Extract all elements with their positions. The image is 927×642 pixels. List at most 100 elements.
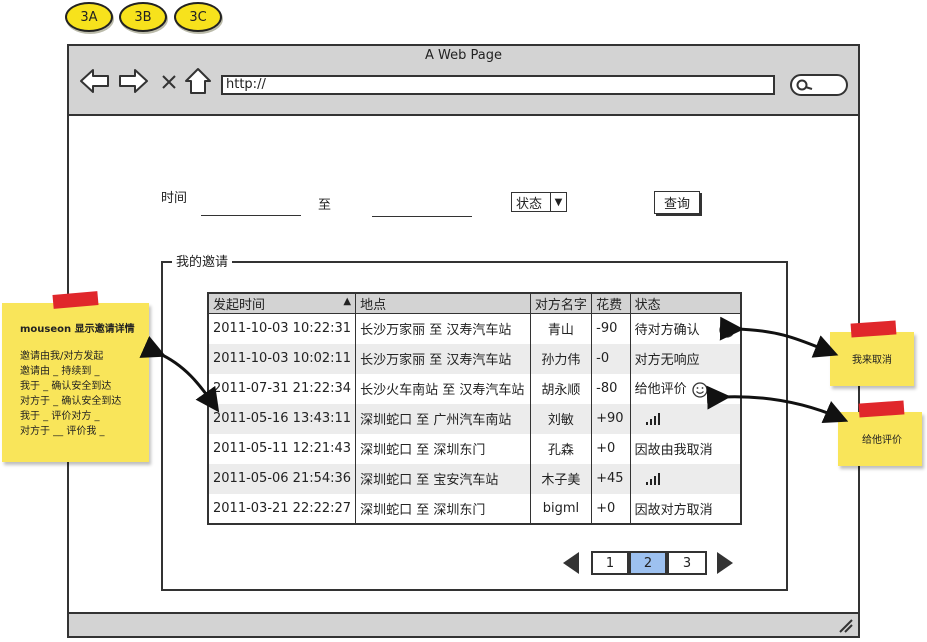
page-1-button[interactable]: 1 [591,551,629,575]
cell-place-text: 长沙万家丽 至 汉寿汽车站 [360,353,512,368]
status-select[interactable]: 状态 ▼ [511,192,567,212]
cell-status [630,403,741,434]
table-row[interactable]: 2011-07-31 21:22:34 长沙火车南站 至 汉寿汽车站 胡永顺 -80 给… [208,373,741,404]
cell-place: 深圳蛇口 至 广州汽车南站 [355,403,531,434]
cell-place-text: 深圳蛇口 至 深圳东门 [360,502,486,518]
cell-place-text: 深圳蛇口 至 深圳东门 [360,443,486,458]
browser-search-input[interactable] [790,74,848,96]
cell-cost: +0 [591,433,631,464]
status-select-value: 状态 [516,196,543,212]
query-button[interactable]: 查询 [654,191,700,214]
cell-cost: +45 [591,463,631,494]
table-row[interactable]: 2011-05-16 13:43:11 深圳蛇口 至 广州汽车南站 刘敏 +90 [208,403,741,434]
cell-partner-name: 刘敏 [530,403,593,434]
cell-status-text[interactable]: 因故对方取消 [635,503,713,518]
sort-ascending-icon[interactable]: ▲ [343,296,351,307]
cancel-icon[interactable] [718,321,736,339]
cell-place: 深圳蛇口 至 深圳东门 [355,493,531,524]
sticky-note-line: 我于 _ 评价对方 _ [20,411,100,422]
cell-status: 给他评价 [630,374,741,404]
version-badge-3a[interactable]: 3A [65,2,113,32]
cell-cost-text: +0 [596,500,616,516]
cell-cost-text: -0 [596,351,610,366]
cell-start-time-text: 2011-07-31 21:22:34 [213,381,352,396]
version-badge-3b[interactable]: 3B [119,2,167,32]
header-place[interactable]: 地点 [355,293,531,314]
sticky-note-cancel: 我来取消 [830,332,914,386]
cell-partner-name-text: 青山 [547,323,574,339]
cell-cost: +0 [591,493,631,524]
table-row[interactable]: 2011-05-11 12:21:43 深圳蛇口 至 深圳东门 孔森 +0 因故由我取消 [208,433,741,464]
header-start-time[interactable]: 发起时间 ▲ [208,293,357,314]
back-arrow-icon[interactable] [79,66,111,96]
browser-status-bar [69,612,858,636]
table-row[interactable]: 2011-10-03 10:22:31 长沙万家丽 至 汉寿汽车站 青山 -90 待对方… [208,313,741,344]
previous-page-icon[interactable] [563,552,579,574]
cell-place: 深圳蛇口 至 深圳东门 [355,433,531,464]
invitations-legend: 我的邀请 [172,251,233,270]
cell-start-time: 2011-10-03 10:22:31 [208,313,357,344]
table-header-row: 发起时间 ▲ 地点 对方名字 花费 状态 [208,293,741,314]
cell-partner-name-text: bigml [542,500,580,516]
invitations-table: 发起时间 ▲ 地点 对方名字 花费 状态 2011-10-03 10:22:31… [207,292,742,525]
table-row[interactable]: 2011-05-06 21:54:36 深圳蛇口 至 宝安汽车站 木子美 +45 [208,463,741,494]
end-time-input[interactable] [372,216,472,217]
sticky-note-line: 邀请由我/对方发起 [20,351,104,362]
cell-partner-name-text: 孔森 [547,443,574,458]
cell-partner-name-text: 木子美 [541,473,581,488]
sticky-note-line: 对方于 _ 确认安全到达 [20,396,122,407]
cell-cost: -90 [591,313,631,344]
cell-status-text[interactable]: 给他评价 [635,382,687,397]
sticky-note-mouseover-details: mouseon 显示邀请详情 邀请由我/对方发起 邀请由 _ 持续到 _ 我于 _ … [2,303,149,462]
cell-start-time: 2011-05-11 12:21:43 [208,433,357,464]
header-status[interactable]: 状态 [630,293,741,314]
cell-status: 因故由我取消 [630,434,741,464]
page-3-button[interactable]: 3 [667,551,707,575]
header-cost[interactable]: 花费 [591,293,631,314]
cell-start-time: 2011-07-31 21:22:34 [208,373,357,404]
rating-bars-icon[interactable] [645,472,663,486]
forward-arrow-icon[interactable] [117,66,149,96]
cell-start-time: 2011-03-21 22:22:27 [208,493,357,524]
cell-place: 长沙火车南站 至 汉寿汽车站 [355,373,531,404]
search-icon [796,79,813,91]
cell-place: 深圳蛇口 至 宝安汽车站 [355,463,531,494]
browser-toolbar: A Web Page http:// [69,46,858,116]
rating-bars-icon[interactable] [645,412,663,426]
smiley-icon[interactable] [691,381,709,399]
url-input[interactable]: http:// [221,75,775,95]
cell-place-text: 深圳蛇口 至 宝安汽车站 [360,473,499,488]
cell-status-text[interactable]: 待对方确认 [635,323,700,338]
cell-cost-text: -80 [596,381,618,396]
header-partner-name[interactable]: 对方名字 [530,293,593,314]
cell-cost-text: +90 [596,411,624,426]
start-time-input[interactable] [201,215,301,216]
cell-cost-text: +0 [596,441,616,456]
home-icon[interactable] [182,66,214,96]
cell-partner-name-text: 刘敏 [547,413,574,428]
sticky-note-line: 邀请由 _ 持续到 _ [20,366,100,377]
version-badge-3c[interactable]: 3C [174,2,222,32]
sticky-note-rate: 给他评价 [838,412,922,466]
table-row[interactable]: 2011-03-21 22:22:27 深圳蛇口 至 深圳东门 bigml +0 因故对… [208,493,741,524]
cell-status-text[interactable]: 因故由我取消 [635,443,713,458]
cell-place-text: 长沙万家丽 至 汉寿汽车站 [360,323,512,339]
cell-partner-name-text: 胡永顺 [541,383,581,398]
cell-status-text[interactable]: 对方无响应 [635,353,700,368]
dropdown-arrow-icon: ▼ [550,193,566,211]
cell-start-time: 2011-05-16 13:43:11 [208,403,357,434]
cell-partner-name: 胡永顺 [530,373,593,404]
sticky-note-cancel-text: 我来取消 [852,355,892,366]
cell-start-time-text: 2011-05-06 21:54:36 [213,471,352,486]
cell-start-time-text: 2011-10-03 10:22:31 [213,321,352,337]
cell-start-time-text: 2011-05-16 13:43:11 [213,411,352,426]
table-row[interactable]: 2011-10-03 10:02:11 长沙万家丽 至 汉寿汽车站 孙力伟 -0 对方无… [208,343,741,374]
cell-place: 长沙万家丽 至 汉寿汽车站 [355,313,531,344]
sticky-note-title: mouseon 显示邀请详情 [20,324,135,335]
stop-icon[interactable] [157,66,181,96]
resize-grip-icon[interactable] [837,617,855,633]
cell-start-time: 2011-10-03 10:02:11 [208,343,357,374]
page-2-button[interactable]: 2 [629,551,667,575]
to-label: 至 [318,198,332,213]
next-page-icon[interactable] [717,552,733,574]
